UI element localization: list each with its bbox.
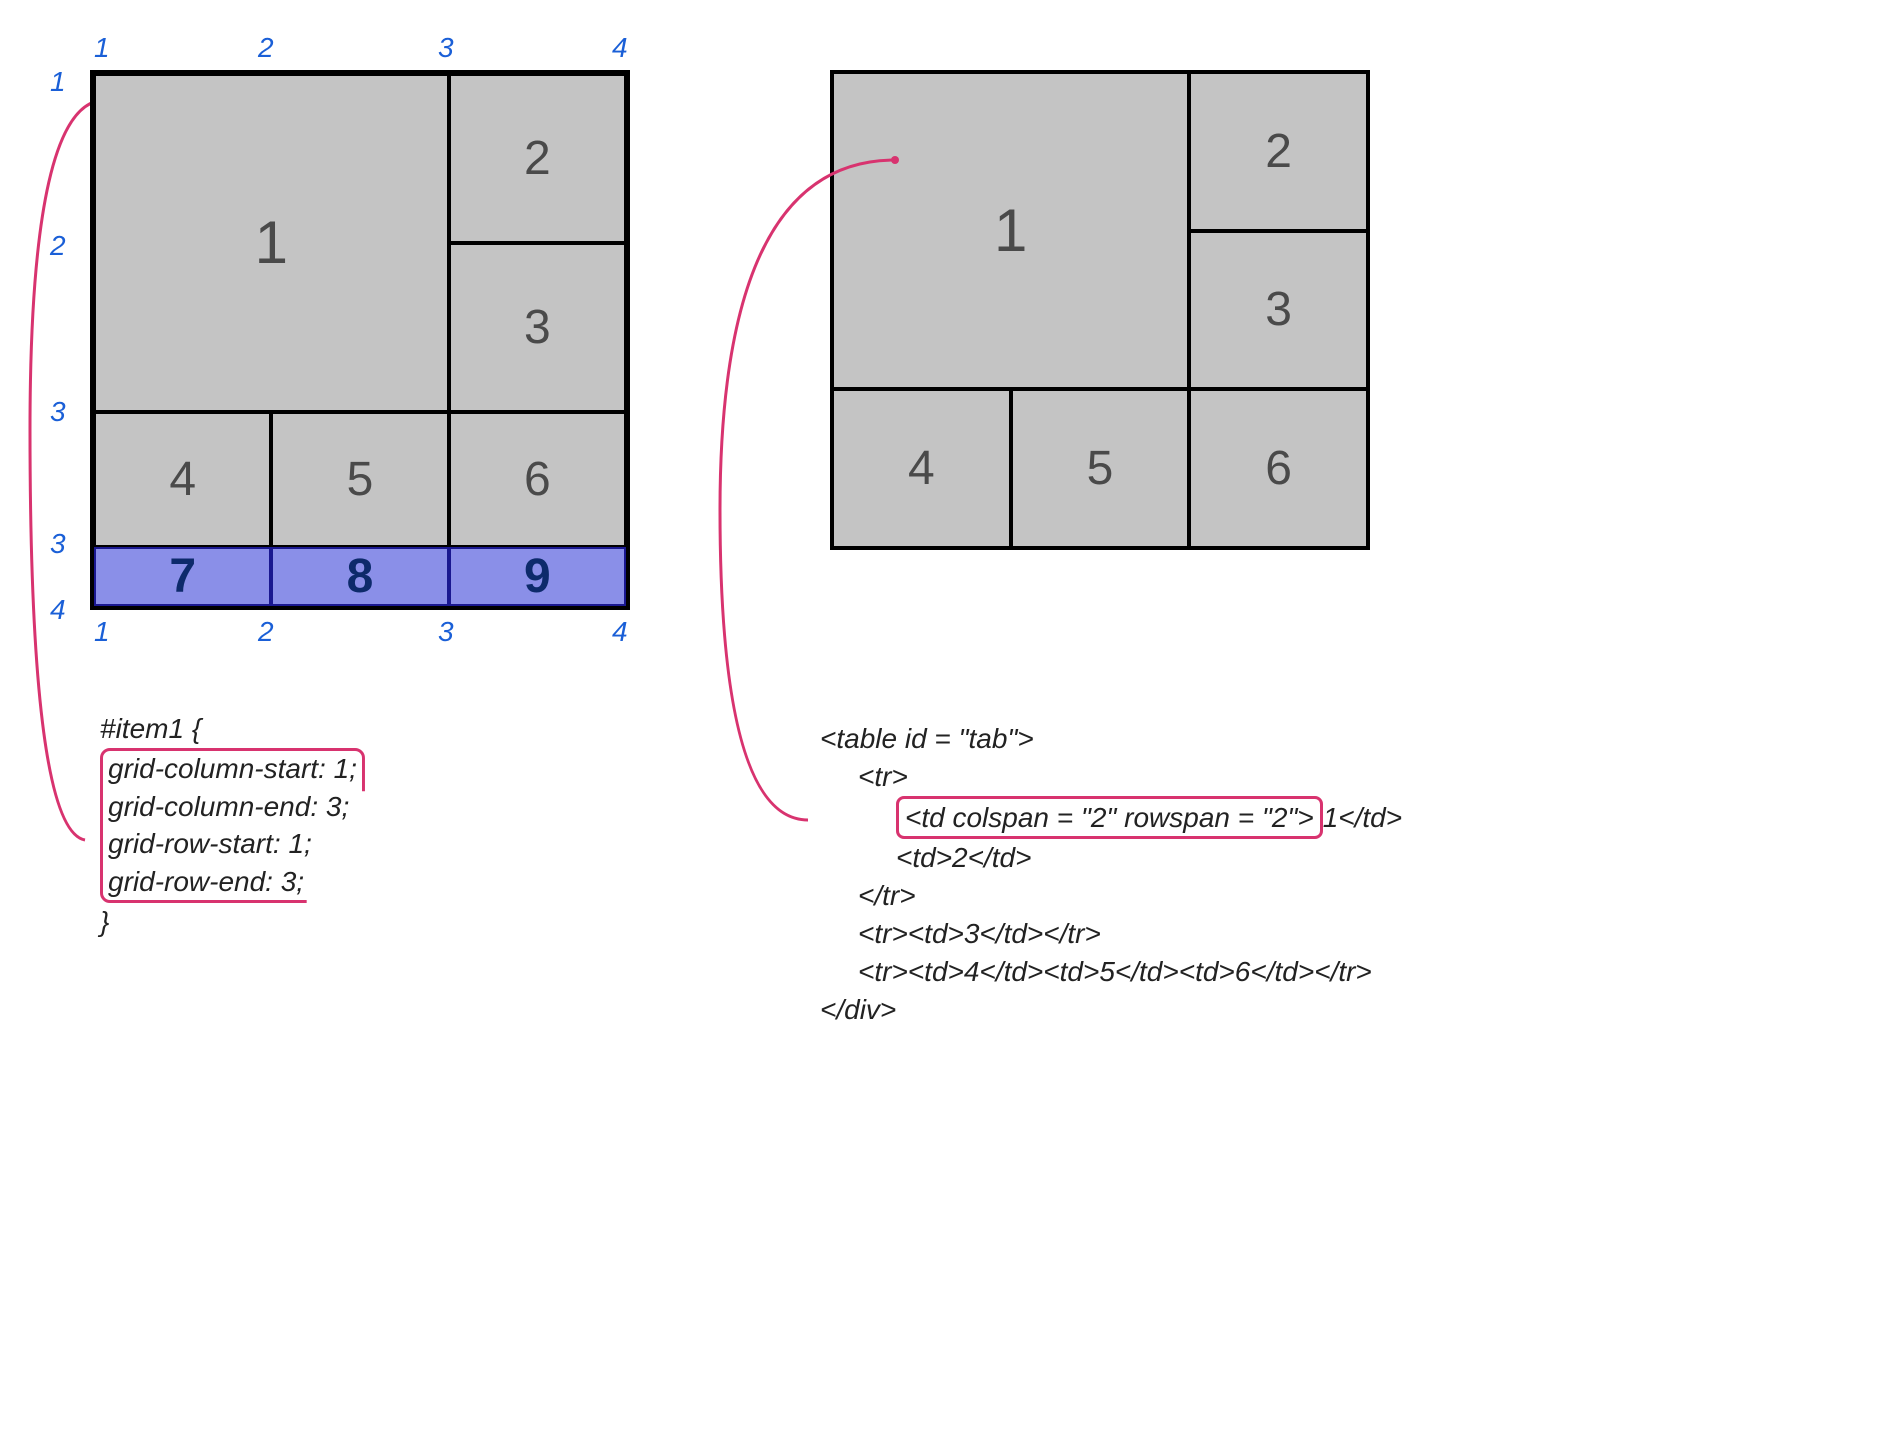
css-rule-3: grid-row-start: 1; xyxy=(108,828,312,859)
grid-cell-1: 1 xyxy=(94,74,449,412)
css-rule-4: grid-row-end: 3; xyxy=(108,866,304,897)
row-line-3-repeat: 3 xyxy=(50,528,66,560)
col-line-3-bot: 3 xyxy=(438,616,454,648)
css-grid: 1 2 3 4 5 6 7 8 9 xyxy=(90,70,630,610)
grid-cell-7: 7 xyxy=(94,547,271,606)
grid-cell-9: 9 xyxy=(449,547,626,606)
grid-cell-8: 8 xyxy=(271,547,448,606)
col-line-2-top: 2 xyxy=(258,32,274,64)
css-selector: #item1 { xyxy=(100,713,201,744)
table-wrap: 1 2 3 4 5 6 xyxy=(830,30,1590,550)
table-cell-1: 1 xyxy=(832,72,1189,389)
grid-wrap: 1 2 3 4 1 2 3 3 4 1 2 3 4 #item1 1 2 3 4… xyxy=(30,30,710,650)
row-line-2: 2 xyxy=(50,230,66,262)
table-cell-2: 2 xyxy=(1189,72,1368,231)
grid-cell-4: 4 xyxy=(94,412,271,547)
css-rule-1: grid-column-start: 1; xyxy=(108,753,357,784)
grid-cell-2: 2 xyxy=(449,74,626,243)
row-line-1: 1 xyxy=(50,66,66,98)
css-close-brace: } xyxy=(100,906,109,937)
table-cell-6: 6 xyxy=(1189,389,1368,548)
table-cell-5: 5 xyxy=(1011,389,1190,548)
css-rule-2: grid-column-end: 3; xyxy=(108,791,349,822)
col-line-4-bot: 4 xyxy=(612,616,628,648)
html-td-span-tail: 1</td> xyxy=(1323,802,1402,833)
col-line-4-top: 4 xyxy=(612,32,628,64)
col-line-2-bot: 2 xyxy=(258,616,274,648)
html-line-7: <tr><td>4</td><td>5</td><td>6</td></tr> xyxy=(820,953,1590,991)
col-line-1-top: 1 xyxy=(94,32,110,64)
css-rule-highlight: grid-column-start: 1; grid-column-end: 3… xyxy=(100,748,365,903)
row-line-3: 3 xyxy=(50,396,66,428)
table-cell-3: 3 xyxy=(1189,231,1368,390)
grid-cell-5: 5 xyxy=(271,412,448,547)
html-line-8: </div> xyxy=(820,991,1590,1029)
comparison-figure: 1 2 3 4 1 2 3 3 4 1 2 3 4 #item1 1 2 3 4… xyxy=(30,30,1856,1028)
html-td-span-highlight: <td colspan = "2" rowspan = "2"> xyxy=(896,796,1323,840)
html-table-panel: 1 2 3 4 5 6 <table id = "tab"> <tr> <td … xyxy=(830,30,1590,1028)
row-line-4: 4 xyxy=(50,594,66,626)
grid-cell-3: 3 xyxy=(449,243,626,412)
css-code-block: #item1 { grid-column-start: 1; grid-colu… xyxy=(100,710,710,941)
html-line-3: <td colspan = "2" rowspan = "2">1</td> xyxy=(820,796,1590,840)
css-grid-panel: 1 2 3 4 1 2 3 3 4 1 2 3 4 #item1 1 2 3 4… xyxy=(30,30,710,941)
grid-cell-6: 6 xyxy=(449,412,626,547)
table-cell-4: 4 xyxy=(832,389,1011,548)
col-line-3-top: 3 xyxy=(438,32,454,64)
col-line-1-bot: 1 xyxy=(94,616,110,648)
html-line-5: </tr> xyxy=(820,877,1590,915)
html-code-block: <table id = "tab"> <tr> <td colspan = "2… xyxy=(820,720,1590,1028)
html-table: 1 2 3 4 5 6 xyxy=(830,70,1370,550)
html-line-1: <table id = "tab"> xyxy=(820,720,1590,758)
html-line-2: <tr> xyxy=(820,758,1590,796)
html-line-6: <tr><td>3</td></tr> xyxy=(820,915,1590,953)
html-line-4: <td>2</td> xyxy=(820,839,1590,877)
